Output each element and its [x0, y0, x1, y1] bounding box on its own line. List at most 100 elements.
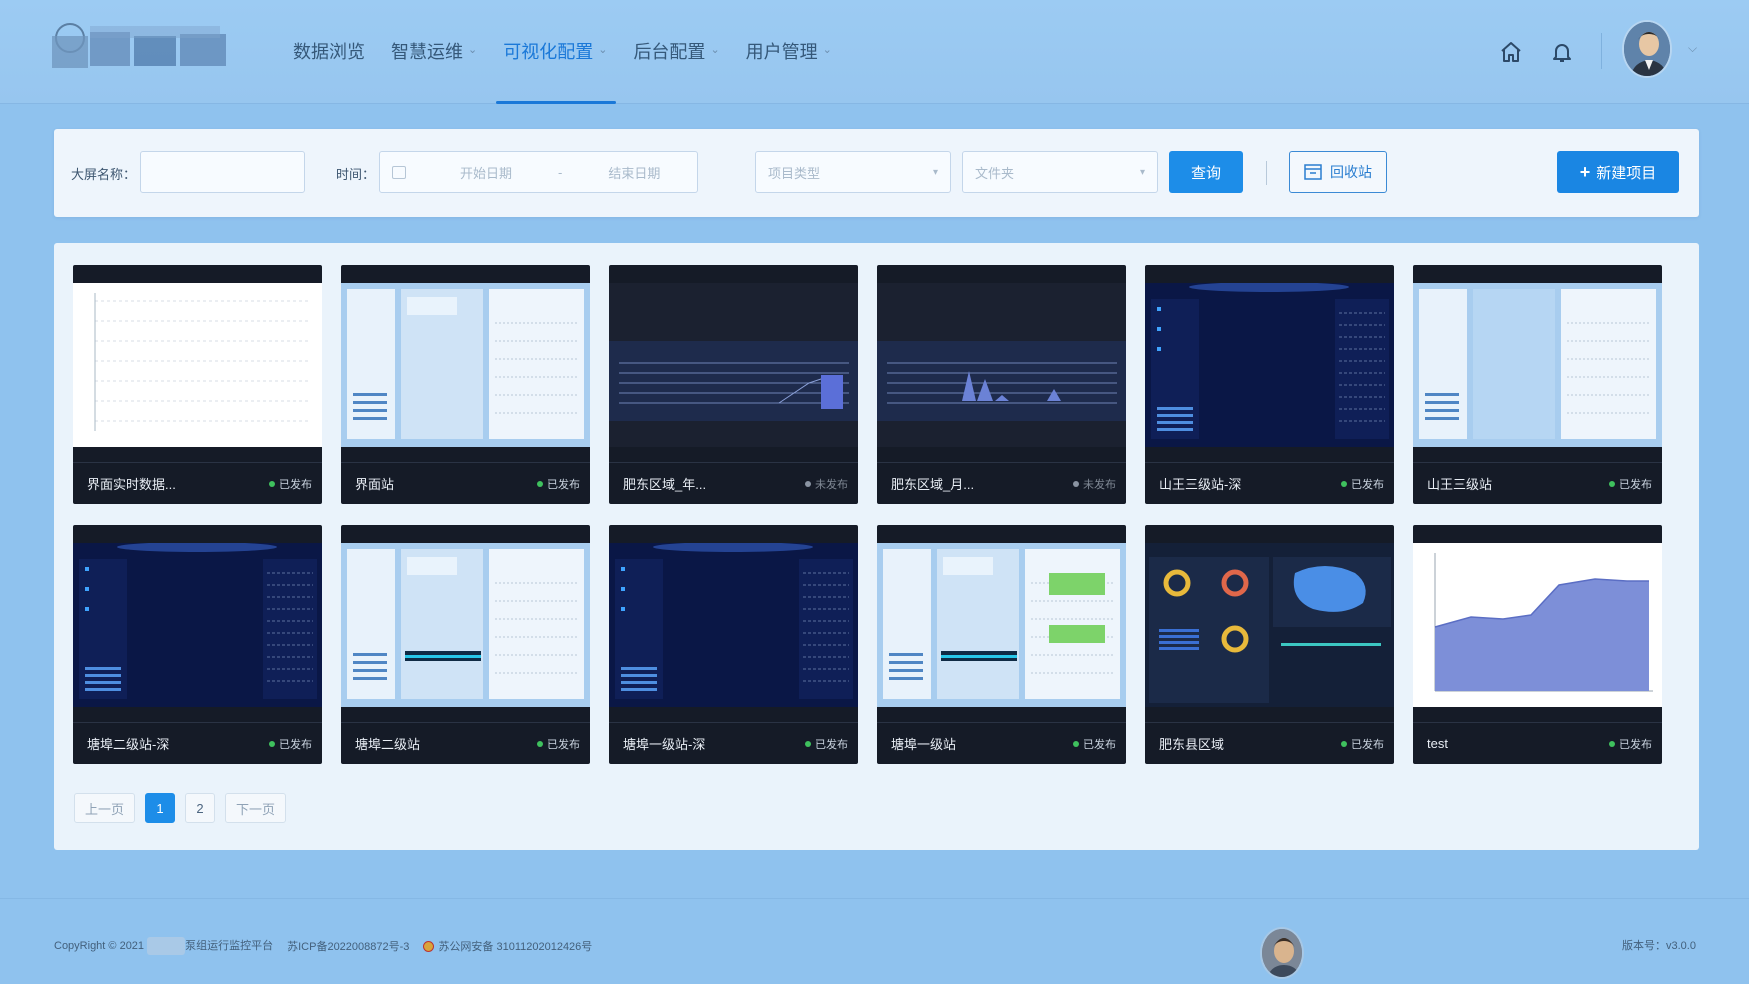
project-card[interactable]: 山王三级站-深 已发布	[1145, 265, 1394, 504]
project-card[interactable]: 肥东县区域 已发布	[1145, 525, 1394, 764]
project-card[interactable]: 界面站 已发布	[341, 265, 590, 504]
redacted-block	[147, 937, 186, 956]
user-avatar[interactable]	[1622, 20, 1672, 78]
chevron-down-icon: ⌄	[468, 44, 478, 56]
status-badge: 已发布	[1341, 736, 1384, 752]
police-record-text: 苏公网安备 31011202012426号	[438, 941, 593, 954]
start-date-field[interactable]: 开始日期	[460, 163, 512, 182]
project-name: test	[1427, 736, 1448, 751]
chevron-down-icon: ▾	[1139, 166, 1145, 178]
home-icon[interactable]	[1497, 38, 1525, 66]
project-card-footer: 塘埠二级站-深 已发布	[73, 722, 322, 764]
status-dot-icon	[1341, 480, 1347, 487]
status-text: 已发布	[1619, 738, 1652, 751]
icp-link[interactable]: 苏ICP备2022008872号-3	[287, 938, 409, 954]
new-project-label: 新建项目	[1596, 164, 1657, 182]
project-card[interactable]: test 已发布	[1413, 525, 1662, 764]
project-card-footer: 界面实时数据... 已发布	[73, 462, 322, 504]
project-thumbnail	[609, 543, 858, 707]
police-record[interactable]: 苏公网安备 31011202012426号	[423, 938, 592, 954]
project-card[interactable]: 塘埠一级站 已发布	[877, 525, 1126, 764]
project-name: 肥东区域_月...	[891, 477, 975, 492]
project-card[interactable]: 塘埠一级站-深 已发布	[609, 525, 858, 764]
status-text: 已发布	[1351, 478, 1384, 491]
status-text: 未发布	[1083, 478, 1116, 491]
status-text: 已发布	[1619, 478, 1652, 491]
status-text: 已发布	[547, 738, 580, 751]
status-dot-icon	[805, 480, 811, 487]
chevron-down-icon: ⌄	[822, 44, 832, 56]
footer: CopyRight © 2021 泵组运行监控平台 苏ICP备202200887…	[0, 898, 1749, 984]
status-badge: 未发布	[1073, 476, 1116, 492]
status-badge: 已发布	[269, 476, 312, 492]
nav-item-2[interactable]: 可视化配置 ⌄	[490, 38, 620, 104]
project-card-footer: 山王三级站 已发布	[1413, 462, 1662, 504]
filter-bar: 大屏名称： 时间： 开始日期 - 结束日期 项目类型 ▾ 文件夹 ▾ 查询 回收…	[54, 129, 1699, 217]
recycle-bin-button[interactable]: 回收站	[1289, 151, 1387, 193]
project-card[interactable]: 界面实时数据... 已发布	[73, 265, 322, 504]
assistant-avatar[interactable]	[1260, 927, 1304, 979]
status-badge: 未发布	[805, 476, 848, 492]
date-range-picker[interactable]: 开始日期 - 结束日期	[379, 151, 698, 193]
prev-page-button[interactable]: 上一页	[74, 793, 136, 823]
project-grid-panel: 界面实时数据... 已发布 界面站 已发布 肥东区域_年... 未发布肥东区域_月... 未…	[54, 243, 1699, 850]
project-thumbnail	[1145, 283, 1394, 447]
project-thumbnail	[73, 283, 322, 447]
folder-select[interactable]: 文件夹 ▾	[962, 151, 1158, 193]
top-bar: 数据浏览 智慧运维 ⌄ 可视化配置 ⌄ 后台配置 ⌄ 用户管理 ⌄ ⌵	[0, 0, 1749, 104]
project-card-footer: 肥东区域_月... 未发布	[877, 462, 1126, 504]
status-badge: 已发布	[537, 736, 580, 752]
chevron-down-icon: ▾	[932, 166, 938, 178]
project-card[interactable]: 山王三级站 已发布	[1413, 265, 1662, 504]
nav-item-4[interactable]: 用户管理 ⌄	[733, 38, 845, 104]
end-date-field[interactable]: 结束日期	[608, 163, 660, 182]
nav-item-label: 智慧运维	[391, 42, 463, 62]
status-dot-icon	[269, 740, 275, 747]
project-card-footer: 塘埠二级站 已发布	[341, 722, 590, 764]
nav-item-3[interactable]: 后台配置 ⌄	[620, 38, 732, 104]
nav-item-label: 可视化配置	[503, 42, 594, 62]
range-separator: -	[558, 164, 563, 180]
status-badge: 已发布	[1073, 736, 1116, 752]
brand-logo[interactable]	[50, 20, 232, 76]
project-name: 肥东县区域	[1159, 737, 1225, 752]
status-dot-icon	[1609, 740, 1615, 747]
police-badge-icon	[423, 940, 435, 952]
query-button[interactable]: 查询	[1169, 151, 1243, 193]
nav-item-1[interactable]: 智慧运维 ⌄	[378, 38, 490, 104]
project-card-footer: 肥东县区域 已发布	[1145, 722, 1394, 764]
project-card[interactable]: 塘埠二级站 已发布	[341, 525, 590, 764]
screen-name-input[interactable]	[140, 151, 305, 193]
nav-item-label: 数据浏览	[293, 42, 365, 62]
bell-icon[interactable]	[1548, 38, 1576, 66]
main-nav: 数据浏览 智慧运维 ⌄ 可视化配置 ⌄ 后台配置 ⌄ 用户管理 ⌄	[280, 38, 845, 104]
status-dot-icon	[805, 740, 811, 747]
status-dot-icon	[1073, 480, 1079, 487]
status-text: 已发布	[547, 478, 580, 491]
project-card[interactable]: 肥东区域_月... 未发布	[877, 265, 1126, 504]
copyright-label: CopyRight © 2021	[54, 940, 145, 952]
project-thumbnail	[609, 283, 858, 447]
page-2-button[interactable]: 2	[185, 793, 216, 823]
project-thumbnail	[341, 543, 590, 707]
page-1-button[interactable]: 1	[145, 793, 176, 823]
project-name: 山王三级站-深	[1159, 477, 1242, 492]
nav-item-0[interactable]: 数据浏览	[280, 38, 378, 104]
chevron-down-icon: ⌄	[710, 44, 720, 56]
next-page-button[interactable]: 下一页	[225, 793, 287, 823]
new-project-button[interactable]: + 新建项目	[1557, 151, 1679, 193]
status-text: 已发布	[279, 738, 312, 751]
status-dot-icon	[1341, 740, 1347, 747]
nav-item-label: 用户管理	[745, 42, 818, 62]
pagination: 上一页 1 2 下一页	[74, 793, 287, 823]
project-card[interactable]: 塘埠二级站-深 已发布	[73, 525, 322, 764]
chevron-down-icon: ⌄	[598, 44, 608, 56]
screen-name-label: 大屏名称：	[71, 167, 137, 182]
project-card-footer: test 已发布	[1413, 722, 1662, 764]
category-select[interactable]: 项目类型 ▾	[755, 151, 951, 193]
chevron-down-icon[interactable]: ⌵	[1688, 41, 1697, 56]
version-text: 版本号：v3.0.0	[1622, 940, 1696, 952]
status-text: 已发布	[279, 478, 312, 491]
project-card[interactable]: 肥东区域_年... 未发布	[609, 265, 858, 504]
recycle-bin-icon	[1304, 164, 1322, 180]
